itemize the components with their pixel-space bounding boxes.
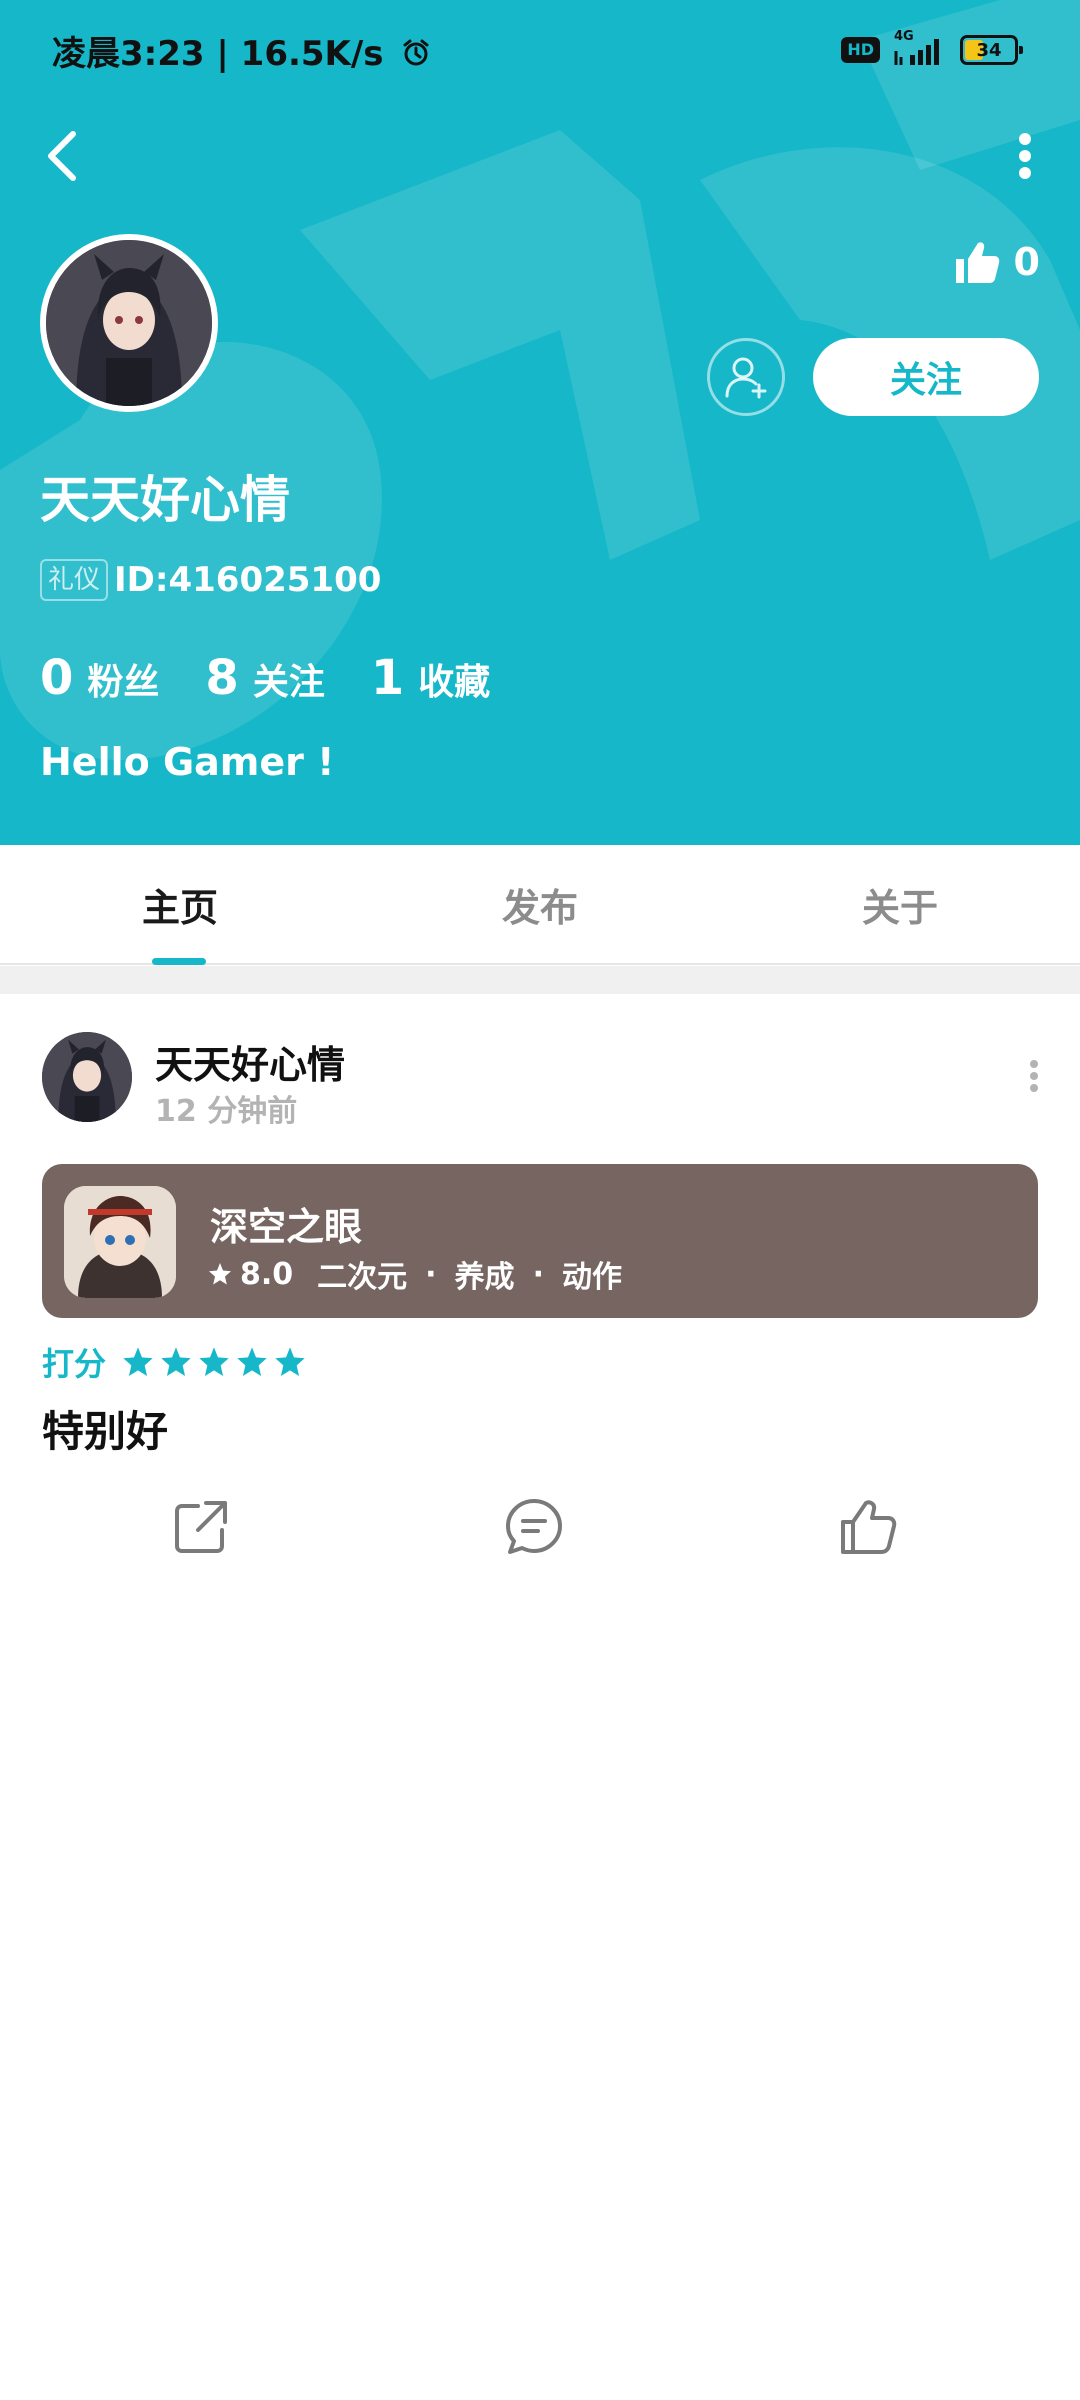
follow-button[interactable]: 关注 bbox=[813, 338, 1039, 416]
post-more-button[interactable] bbox=[1012, 1054, 1056, 1098]
stat-following[interactable]: 8 关注 bbox=[205, 650, 324, 706]
profile-bio: Hello Gamer ! bbox=[40, 740, 335, 784]
stat-following-count: 8 bbox=[205, 650, 239, 706]
like-button[interactable] bbox=[833, 1492, 903, 1562]
post-actions bbox=[0, 1492, 1080, 1562]
tag-separator: · bbox=[425, 1256, 437, 1292]
profile-avatar[interactable] bbox=[40, 234, 218, 412]
rating-label: 打分 bbox=[42, 1345, 107, 1383]
tag-separator: · bbox=[532, 1256, 544, 1292]
avatar-image bbox=[46, 240, 212, 406]
stat-favorites-count: 1 bbox=[370, 650, 405, 706]
profile-username: 天天好心情 bbox=[40, 471, 290, 529]
share-button[interactable] bbox=[166, 1492, 236, 1562]
user-id: ID:416025100 bbox=[114, 560, 382, 600]
tab-posts[interactable]: 发布 bbox=[360, 845, 720, 963]
game-tag: 动作 bbox=[561, 1260, 622, 1295]
rating-star-icon bbox=[237, 1347, 267, 1376]
signal-icon: 4G bbox=[892, 29, 948, 67]
more-vertical-icon bbox=[1030, 1060, 1038, 1092]
section-divider bbox=[0, 966, 1080, 994]
more-vertical-icon bbox=[1019, 133, 1031, 179]
comment-icon bbox=[506, 1499, 562, 1554]
thumbs-up-icon bbox=[955, 242, 999, 283]
battery-icon: 34 bbox=[960, 35, 1023, 65]
stat-followers-count: 0 bbox=[40, 650, 74, 706]
status-bar: 凌晨3:23 | 16.5K/s HD 4G 34 bbox=[0, 0, 1080, 100]
rating-star-icon bbox=[199, 1347, 229, 1376]
game-card[interactable]: 深空之眼 8.0 二次元 · 养成 · 动作 bbox=[42, 1164, 1038, 1318]
stat-following-label: 关注 bbox=[252, 662, 325, 703]
alarm-icon bbox=[403, 39, 429, 66]
back-arrow-icon bbox=[48, 131, 76, 181]
rating-star-icon bbox=[275, 1347, 305, 1376]
post-card: 天天好心情 12 分钟前 深空之眼 8.0 二次元 · 养成 · 动作 打分 特… bbox=[0, 994, 1080, 1594]
game-tag: 养成 bbox=[454, 1260, 515, 1295]
post-review-text: 特别好 bbox=[42, 1407, 169, 1456]
likes-count: 0 bbox=[1013, 240, 1040, 284]
stat-followers-label: 粉丝 bbox=[87, 662, 160, 703]
rating-star-icon bbox=[161, 1347, 191, 1376]
profile-header: 凌晨3:23 | 16.5K/s HD 4G 34 0 关注 天天好心情 礼仪 … bbox=[0, 0, 1080, 845]
post-avatar-image bbox=[42, 1032, 132, 1122]
stat-favorites-label: 收藏 bbox=[418, 662, 491, 703]
post-author-avatar[interactable] bbox=[42, 1032, 132, 1122]
back-button[interactable] bbox=[36, 126, 88, 186]
watermark-logo bbox=[0, 0, 1080, 760]
status-time: 凌晨3:23 | 16.5K/s bbox=[52, 26, 431, 75]
status-time-text: 凌晨3:23 | 16.5K/s bbox=[52, 34, 384, 74]
profile-tabs: 主页 发布 关于 bbox=[0, 845, 1080, 965]
stat-favorites[interactable]: 1 收藏 bbox=[371, 650, 490, 706]
post-rating: 打分 bbox=[42, 1340, 306, 1384]
comment-button[interactable] bbox=[499, 1492, 569, 1562]
tab-active-indicator bbox=[152, 958, 206, 965]
hd-badge: HD bbox=[841, 37, 880, 63]
profile-stats: 0 粉丝 8 关注 1 收藏 bbox=[40, 650, 536, 710]
game-score: 8.0 bbox=[240, 1256, 294, 1292]
game-title: 深空之眼 bbox=[210, 1205, 363, 1249]
add-friend-button[interactable] bbox=[707, 338, 785, 416]
more-options-button[interactable] bbox=[1000, 126, 1050, 186]
stat-followers[interactable]: 0 粉丝 bbox=[40, 650, 159, 706]
rating-star-icon bbox=[123, 1347, 153, 1376]
rating-stars bbox=[122, 1346, 306, 1378]
status-indicators: HD 4G 34 bbox=[841, 29, 1023, 68]
game-meta: 8.0 二次元 · 养成 · 动作 bbox=[208, 1252, 622, 1296]
user-title-badge: 礼仪 bbox=[40, 559, 109, 601]
profile-id-row: 礼仪 ID:416025100 bbox=[40, 556, 381, 604]
profile-likes[interactable]: 0 bbox=[954, 236, 1040, 288]
tab-about[interactable]: 关于 bbox=[720, 845, 1080, 963]
battery-level: 34 bbox=[976, 39, 1002, 61]
like-icon bbox=[841, 1500, 897, 1554]
game-tag: 二次元 bbox=[317, 1260, 408, 1295]
post-timestamp: 12 分钟前 bbox=[155, 1094, 298, 1129]
tab-home[interactable]: 主页 bbox=[0, 845, 360, 963]
share-icon bbox=[175, 1501, 227, 1553]
add-friend-icon bbox=[725, 357, 767, 399]
star-icon bbox=[209, 1263, 231, 1285]
game-icon bbox=[64, 1186, 176, 1298]
post-author-name[interactable]: 天天好心情 bbox=[155, 1034, 345, 1089]
